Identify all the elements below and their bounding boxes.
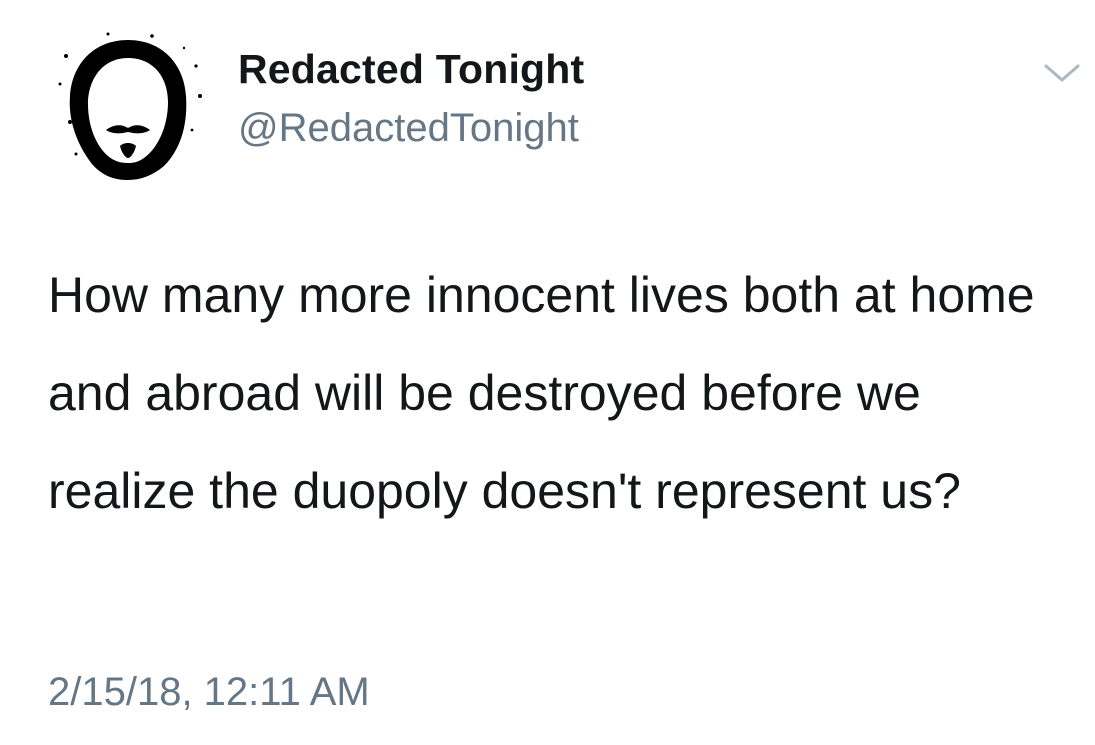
user-handle[interactable]: @RedactedTonight [238, 106, 579, 151]
tweet-text: How many more innocent lives both at hom… [48, 267, 1035, 519]
face-silhouette-avatar-icon [58, 32, 202, 180]
display-name[interactable]: Redacted Tonight [238, 46, 584, 93]
tweet-timestamp[interactable]: 2/15/18, 12:11 AM [48, 670, 370, 715]
avatar[interactable] [48, 26, 208, 186]
tweet-menu-button[interactable] [1040, 58, 1084, 88]
tweet-card: Redacted Tonight @RedactedTonight How ma… [0, 0, 1095, 745]
chevron-down-icon [1044, 64, 1080, 82]
